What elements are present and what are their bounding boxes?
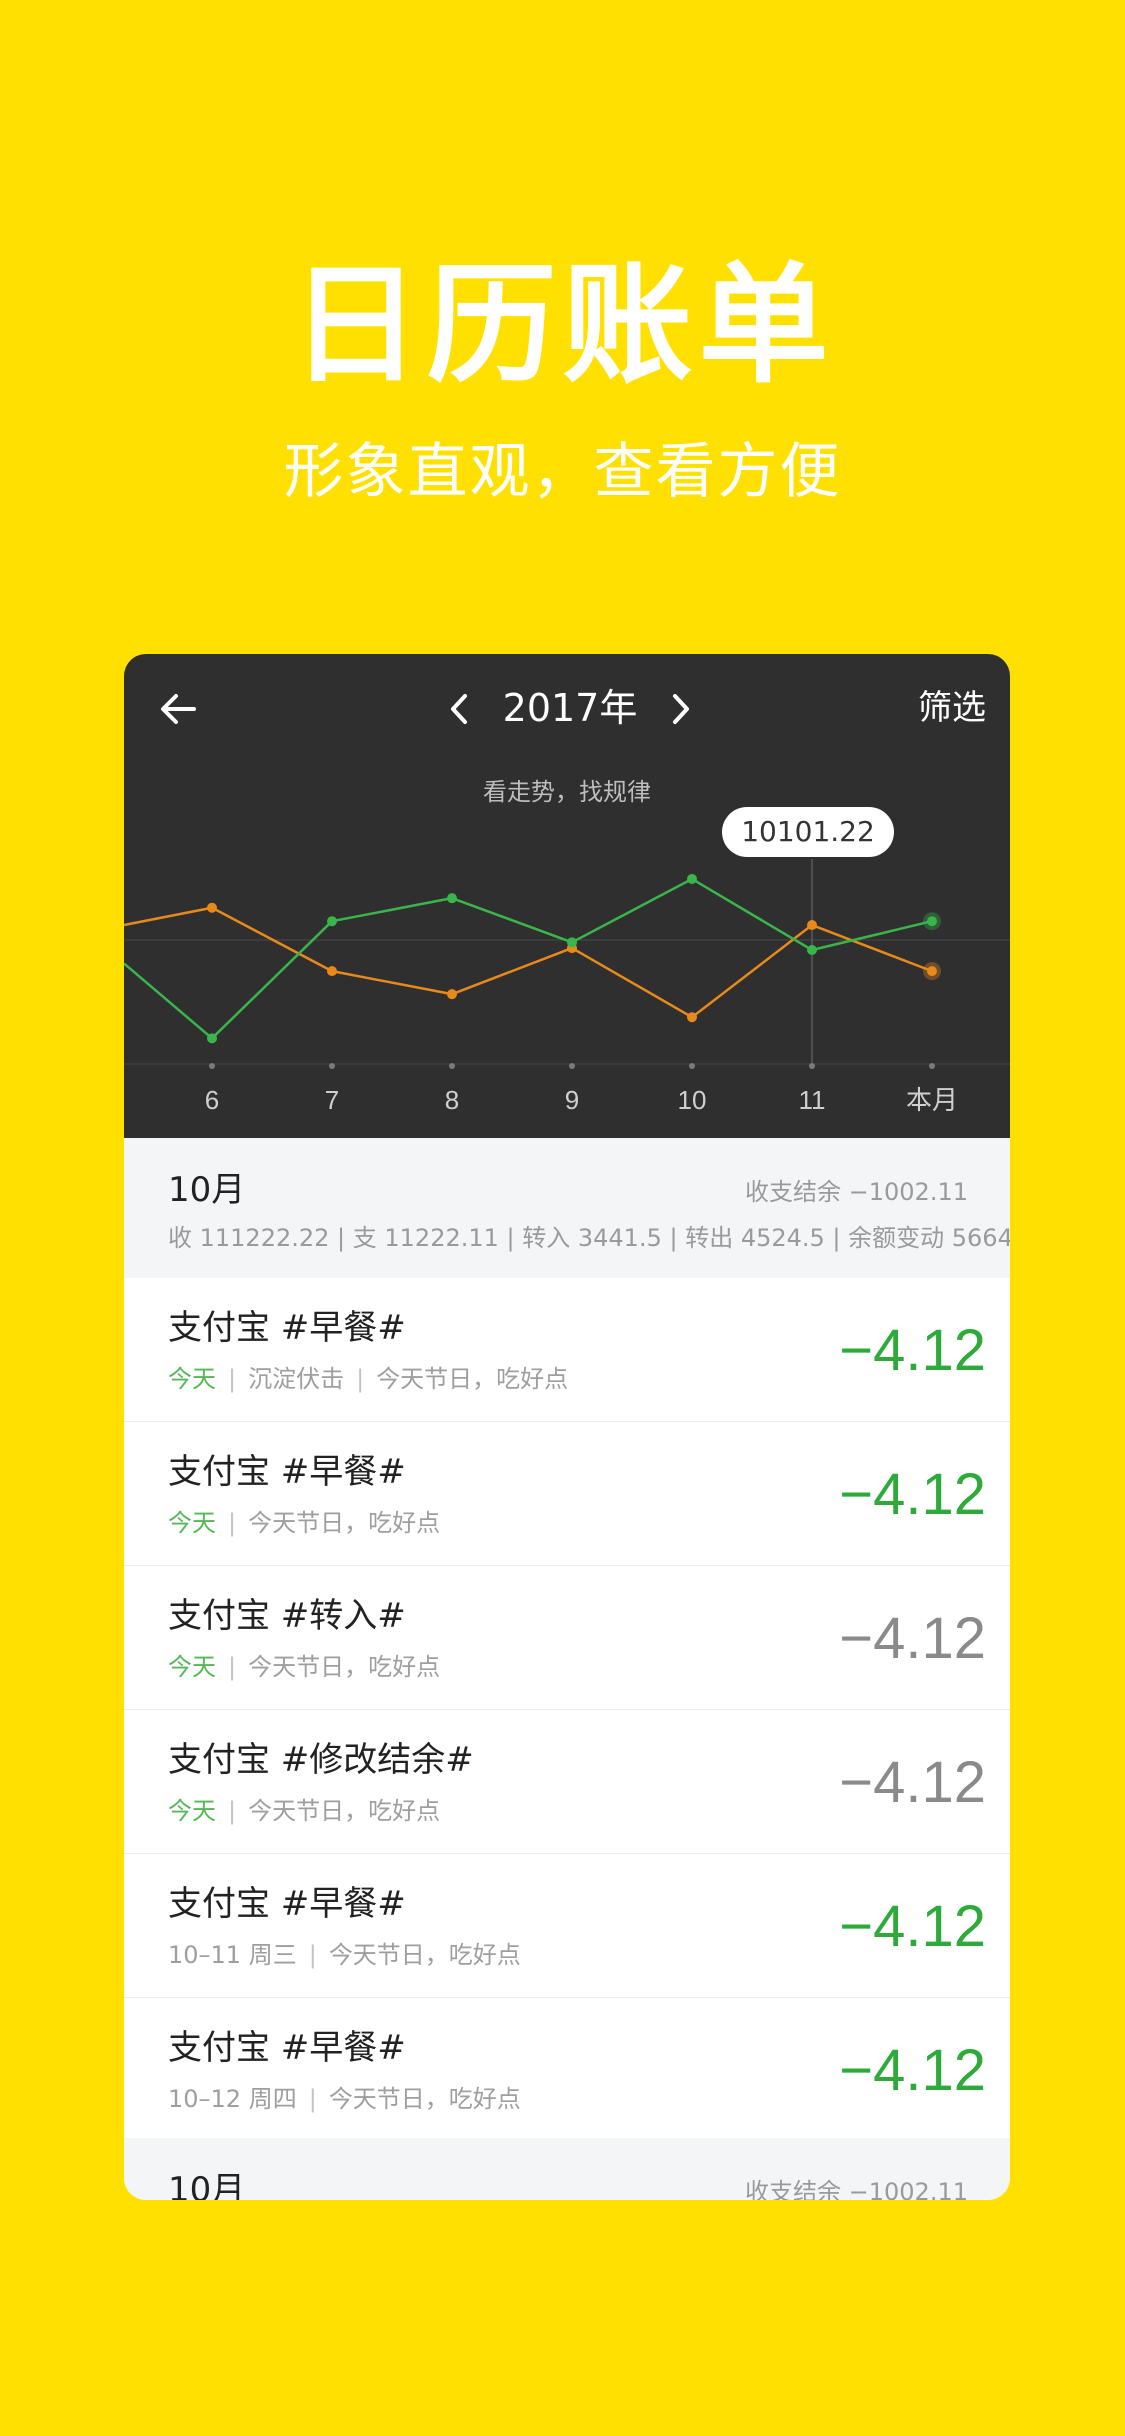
x-tick-label: 8 [445,1085,459,1115]
data-point[interactable] [207,902,217,913]
axis-tick-dot [809,1063,815,1069]
transaction-title: 支付宝 #早餐# [168,1884,406,1924]
separator: | [308,1941,317,1969]
x-tick-label: 10 [678,1085,707,1115]
transaction-note: 今天节日，吃好点 [248,1797,441,1825]
data-point[interactable] [927,966,937,977]
x-tick-label: 7 [325,1085,339,1115]
hero-subtitle: 形象直观，查看方便 [283,437,842,507]
transaction-note: 今天节日，吃好点 [248,1509,441,1537]
month-title: 10月 [168,1170,246,1210]
transaction-amount: −4.12 [839,1318,986,1383]
transaction-row[interactable]: 支付宝 #修改结余# 今天 | 今天节日，吃好点 −4.12 [124,1710,1010,1854]
transaction-date: 今天 [168,1653,216,1681]
transaction-note: 今天节日，吃好点 [328,1941,521,1969]
transaction-title: 支付宝 #早餐# [168,2028,406,2068]
transaction-date: 今天 [168,1797,216,1825]
transaction-row[interactable]: 支付宝 #早餐# 10–11 周三 | 今天节日，吃好点 −4.12 [124,1854,1010,1998]
axis-tick-dot [209,1063,215,1069]
transaction-amount: −4.12 [839,1750,986,1815]
separator: | [228,1797,237,1825]
month-summary-next: 10月 收支结余 −1002.11 [124,2138,1010,2200]
transaction-date: 今天 [168,1509,216,1537]
transaction-title: 支付宝 #早餐# [168,1308,406,1348]
transaction-note: 今天节日，吃好点 [376,1365,569,1393]
data-point[interactable] [567,937,577,948]
axis-tick-dot [569,1063,575,1069]
transaction-meta: 10–11 周三 | 今天节日，吃好点 [168,1938,521,1972]
app-screen: 2017年 筛选 看走势，找规律 6 7 8 9 10 11 本月 10101.22 10月… [124,654,1010,2200]
transaction-note: 今天节日，吃好点 [328,2085,521,2113]
data-point[interactable] [327,916,337,927]
month-balance: 收支结余 −1002.11 [745,2178,968,2200]
transaction-tag: 沉淀伏击 [248,1365,345,1393]
month-summary: 10月 收支结余 −1002.11 收 111222.22 | 支 11222.… [124,1138,1010,1278]
separator: | [228,1653,237,1681]
transaction-meta: 10–12 周四 | 今天节日，吃好点 [168,2082,521,2116]
data-point[interactable] [327,966,337,977]
transaction-date: 10–11 周三 [168,1941,297,1969]
transaction-row[interactable]: 支付宝 #早餐# 今天 | 沉淀伏击 | 今天节日，吃好点 −4.12 [124,1278,1010,1422]
transaction-title: 支付宝 #早餐# [168,1452,406,1492]
data-point[interactable] [687,873,697,884]
data-point[interactable] [807,945,817,955]
chart-tooltip: 10101.22 [722,807,894,857]
transaction-list: 支付宝 #早餐# 今天 | 沉淀伏击 | 今天节日，吃好点 −4.12 支付宝 #早餐# 今天 |… [124,1278,1010,2142]
data-point[interactable] [447,989,457,1000]
data-point[interactable] [927,916,937,927]
transaction-amount: −4.12 [839,2038,986,2103]
transaction-meta: 今天 | 今天节日，吃好点 [168,1794,440,1828]
month-title: 10月 [168,2170,246,2200]
month-balance: 收支结余 −1002.11 [745,1178,968,1206]
transaction-amount: −4.12 [839,1462,986,1527]
data-point[interactable] [447,893,457,904]
hero-title: 日历账单 [290,249,835,401]
x-tick-label: 6 [205,1085,219,1115]
axis-tick-dot [929,1063,935,1069]
axis-tick-dot [689,1063,695,1069]
transaction-amount: −4.12 [839,1606,986,1671]
transaction-date: 10–12 周四 [168,2085,297,2113]
transaction-note: 今天节日，吃好点 [248,1653,441,1681]
transaction-amount: −4.12 [839,1894,986,1959]
transaction-date: 今天 [168,1365,216,1393]
transaction-meta: 今天 | 今天节日，吃好点 [168,1506,440,1540]
data-point[interactable] [687,1012,697,1023]
transaction-row[interactable]: 支付宝 #早餐# 10–12 周四 | 今天节日，吃好点 −4.12 [124,1998,1010,2142]
axis-tick-dot [329,1063,335,1069]
chart-panel: 2017年 筛选 看走势，找规律 6 7 8 9 10 11 本月 10101.22 [124,654,1010,1138]
transaction-title: 支付宝 #转入# [168,1596,406,1636]
separator: | [356,1365,365,1393]
transaction-row[interactable]: 支付宝 #早餐# 今天 | 今天节日，吃好点 −4.12 [124,1422,1010,1566]
month-stats: 收 111222.22 | 支 11222.11 | 转入 3441.5 | 转… [168,1224,1010,1252]
transaction-meta: 今天 | 沉淀伏击 | 今天节日，吃好点 [168,1362,568,1396]
separator: | [308,2085,317,2113]
data-point[interactable] [807,920,817,931]
trend-chart[interactable]: 6 7 8 9 10 11 本月 [124,654,1010,1138]
separator: | [228,1509,237,1537]
data-point[interactable] [207,1033,217,1044]
x-tick-label: 本月 [906,1085,958,1115]
transaction-row[interactable]: 支付宝 #转入# 今天 | 今天节日，吃好点 −4.12 [124,1566,1010,1710]
separator: | [228,1365,237,1393]
transaction-title: 支付宝 #修改结余# [168,1740,474,1780]
x-tick-label: 11 [799,1085,826,1115]
axis-tick-dot [449,1063,455,1069]
transaction-meta: 今天 | 今天节日，吃好点 [168,1650,440,1684]
series-line [124,877,933,1040]
x-tick-label: 9 [565,1085,579,1115]
